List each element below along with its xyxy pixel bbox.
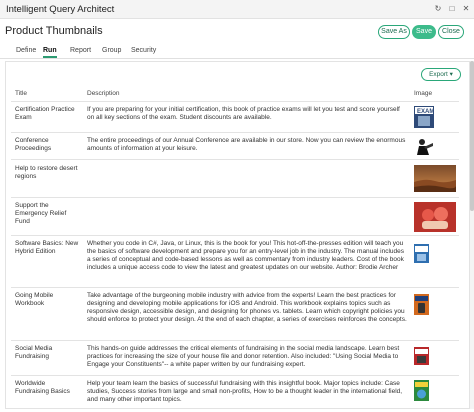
row-title: Social Media Fundraising: [15, 345, 53, 360]
row-description: Whether you code in C#, Java, or Linux, …: [87, 240, 404, 271]
column-header-title[interactable]: Title: [15, 90, 27, 97]
row-divider: [11, 132, 459, 133]
speaker-at-podium-photo: [414, 137, 434, 155]
window-title: Intelligent Query Architect: [6, 4, 115, 15]
row-title: Software Basics: New Hybrid Edition: [15, 240, 79, 255]
save-button[interactable]: Save: [412, 25, 436, 39]
vertical-scrollbar[interactable]: [470, 61, 474, 409]
header-divider: [11, 101, 459, 102]
page-header: Product Thumbnails Save As Save Close: [0, 19, 474, 45]
chevron-down-icon: ▾: [449, 71, 453, 78]
row-divider: [11, 287, 459, 288]
tab-report[interactable]: Report: [70, 47, 91, 54]
worldwide-book-cover-icon: [414, 380, 429, 401]
row-description: This hands-on guide addresses the critic…: [87, 345, 400, 368]
software-book-cover-icon: [414, 244, 429, 263]
row-description: The entire proceedings of our Annual Con…: [87, 137, 406, 152]
scrollbar-thumb[interactable]: [470, 61, 474, 211]
report-panel: Export ▾ Title Description Image Certifi…: [5, 61, 470, 409]
row-divider: [11, 235, 459, 236]
export-label: Export: [429, 71, 448, 78]
row-title: Worldwide Fundraising Basics: [15, 380, 70, 395]
mobile-workbook-cover-icon: [414, 294, 429, 315]
social-media-book-cover-icon: [414, 347, 429, 365]
row-description: Take advantage of the burgeoning mobile …: [87, 292, 407, 323]
row-title: Conference Proceedings: [15, 137, 52, 152]
desert-landscape-photo: [414, 165, 456, 192]
close-button[interactable]: Close: [438, 25, 464, 39]
tab-bar: Define Run Report Group Security: [0, 45, 474, 59]
save-as-button[interactable]: Save As: [378, 25, 410, 39]
row-divider: [11, 340, 459, 341]
tab-define[interactable]: Define: [16, 47, 36, 54]
tab-security[interactable]: Security: [131, 47, 156, 54]
row-description: Help your team learn the basics of succe…: [87, 380, 403, 403]
maximize-icon[interactable]: □: [447, 4, 457, 14]
exam-book-cover-icon: EXAM: [414, 106, 434, 128]
row-title: Certification Practice Exam: [15, 106, 75, 121]
row-divider: [11, 375, 459, 376]
tab-run[interactable]: Run: [43, 47, 57, 58]
column-header-description[interactable]: Description: [87, 90, 120, 97]
row-divider: [11, 197, 459, 198]
window-titlebar: Intelligent Query Architect ↻ □ ✕: [0, 0, 474, 19]
row-title: Support the Emergency Relief Fund: [15, 202, 67, 225]
row-divider: [11, 159, 459, 160]
row-title: Help to restore desert regions: [15, 165, 78, 180]
refresh-icon[interactable]: ↻: [433, 4, 443, 14]
row-title: Going Mobile Workbook: [15, 292, 54, 307]
close-window-icon[interactable]: ✕: [461, 4, 471, 14]
column-header-image[interactable]: Image: [414, 90, 432, 97]
tab-group[interactable]: Group: [102, 47, 121, 54]
page-title: Product Thumbnails: [5, 25, 103, 37]
row-description: If you are preparing for your initial ce…: [87, 106, 400, 121]
export-button[interactable]: Export ▾: [421, 68, 461, 81]
svg-text:EXAM: EXAM: [417, 109, 434, 115]
hands-holding-hearts-photo: [414, 202, 456, 232]
